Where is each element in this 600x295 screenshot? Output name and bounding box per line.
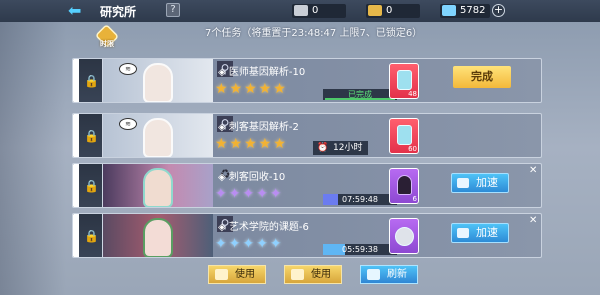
reward-item[interactable]: 48: [389, 63, 419, 99]
time-limit-badge[interactable]: 时限: [94, 23, 120, 49]
close-icon[interactable]: ✕: [529, 165, 537, 176]
speech-bubble-icon: ≋: [119, 118, 137, 130]
progress-fill: [323, 194, 338, 205]
character-portrait: ≋ ⚲: [103, 59, 233, 102]
speed-up-button[interactable]: 加速: [451, 223, 509, 243]
resource-ticket-value: 0: [386, 5, 393, 16]
reward-item[interactable]: 6: [389, 168, 419, 204]
task-duration-value: 12小时: [333, 143, 363, 153]
character-face: [143, 63, 173, 102]
task-status-bar: 已完成: [323, 89, 397, 100]
use-document-button[interactable]: 使用: [208, 265, 266, 284]
lock-toggle[interactable]: 🔒: [73, 59, 103, 102]
task-status: 已完成: [348, 90, 372, 99]
task-progress-bar: 07:59:48: [323, 194, 397, 205]
crystal-icon: [442, 5, 456, 16]
speed-up-button[interactable]: 加速: [451, 173, 509, 193]
task-card[interactable]: 🔒 ♻ ◈ 刺客回收-10 ✦✦✦✦✦ 07:59:48 6 加速 ✕: [72, 163, 542, 208]
lock-icon: 🔒: [84, 179, 99, 193]
lock-toggle[interactable]: 🔒: [73, 114, 103, 157]
resource-document-value: 0: [312, 5, 319, 16]
lock-stripe: [73, 59, 79, 102]
complete-button[interactable]: 完成: [453, 66, 511, 88]
task-name: ◈ 刺客基因解析-2: [218, 122, 299, 133]
speed-up-label: 加速: [476, 226, 498, 239]
lock-icon: 🔒: [84, 229, 99, 243]
alarm-clock-icon: ⏰: [317, 143, 329, 153]
character-figure-icon: [397, 175, 412, 195]
resource-ticket: 0: [366, 4, 420, 18]
ticket-icon: [368, 5, 382, 16]
character-portrait: ♻: [103, 164, 230, 207]
top-bar: ⬅ 研究所 ? 0 0 5782 +: [0, 0, 600, 22]
vial-icon: [397, 125, 412, 145]
character-portrait: ≋ ⚲: [103, 114, 233, 157]
close-icon[interactable]: ✕: [529, 215, 537, 226]
speed-ticket-icon: [457, 228, 469, 238]
speech-bubble-icon: ≋: [119, 63, 137, 75]
lock-toggle[interactable]: 🔒: [73, 214, 103, 257]
reward-qty: 48: [408, 90, 417, 98]
globe-icon: [395, 227, 414, 246]
resource-crystal-value: 5782: [460, 5, 486, 16]
character-portrait: ⚲: [103, 214, 233, 257]
task-timer: 07:59:48: [342, 195, 378, 204]
lock-toggle[interactable]: 🔒: [73, 164, 103, 207]
reward-item[interactable]: [389, 218, 419, 254]
character-face: [143, 118, 173, 157]
task-duration: ⏰ 12小时: [313, 141, 369, 155]
use-document-label: 使用: [235, 269, 255, 280]
task-name: ◈ 医师基因解析-10: [218, 67, 306, 78]
speed-ticket-icon: [457, 178, 469, 188]
lock-stripe: [73, 214, 79, 257]
speed-up-label: 加速: [476, 176, 498, 189]
reward-qty: 6: [412, 195, 417, 203]
task-card[interactable]: 🔒 ⚲ ◈ 艺术学院的课题-6 ✦✦✦✦✦ 05:59:38 加速 ✕: [72, 213, 542, 258]
task-progress-bar: 05:59:38: [323, 244, 397, 255]
reward-qty: 60: [408, 145, 417, 153]
refresh-label: 刷新: [387, 269, 407, 280]
lock-icon: 🔒: [84, 74, 99, 88]
document-icon: [215, 269, 228, 280]
task-card[interactable]: 🔒 ≋ ⚲ ◈ 刺客基因解析-2 ★★★★★ ⏰ 12小时 60: [72, 113, 542, 158]
lock-stripe: [73, 164, 79, 207]
task-stars: ★★★★★: [215, 81, 288, 97]
vial-icon: [397, 70, 412, 90]
task-name: ◈ 艺术学院的课题-6: [218, 222, 309, 233]
help-button[interactable]: ?: [166, 3, 180, 17]
task-card[interactable]: 🔒 ≋ ⚲ ◈ 医师基因解析-10 ★★★★★ 已完成 48 完成: [72, 58, 542, 103]
refresh-button[interactable]: 刷新: [360, 265, 418, 284]
add-crystal-button[interactable]: +: [492, 4, 505, 17]
lock-stripe: [73, 114, 79, 157]
task-name: ◈ 刺客回收-10: [218, 172, 286, 183]
reward-item[interactable]: 60: [389, 118, 419, 154]
resource-crystal: 5782: [440, 4, 490, 18]
character-face: [143, 168, 173, 207]
document-icon: [294, 5, 308, 16]
lock-icon: 🔒: [84, 129, 99, 143]
left-backdrop: [0, 22, 66, 295]
resource-document: 0: [292, 4, 346, 18]
task-stars: ✦✦✦✦✦: [215, 236, 284, 252]
time-limit-label: 时限: [100, 40, 114, 48]
refresh-icon: [367, 269, 380, 280]
task-summary: 7个任务（将重置于23:48:47 上限7、已锁定6）: [205, 28, 423, 39]
page-title: 研究所: [100, 5, 137, 19]
task-stars: ★★★★★: [215, 136, 288, 152]
character-face: [143, 218, 173, 257]
use-ticket-button[interactable]: 使用: [284, 265, 342, 284]
task-stars: ✦✦✦✦✦: [215, 186, 284, 202]
task-timer: 05:59:38: [342, 245, 378, 254]
ticket-icon: [291, 269, 304, 280]
use-ticket-label: 使用: [311, 269, 331, 280]
back-arrow-icon[interactable]: ⬅: [68, 1, 81, 20]
